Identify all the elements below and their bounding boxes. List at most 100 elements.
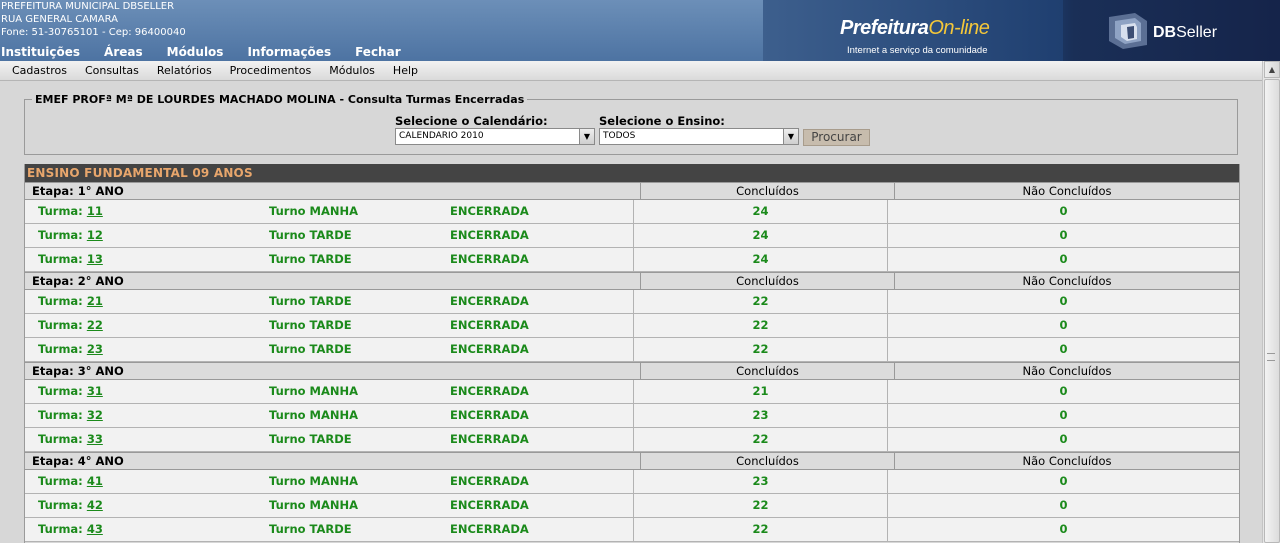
turma-link[interactable]: 13 [87,252,103,266]
calendario-select[interactable]: CALENDARIO 2010 ▼ [395,128,595,145]
turma-link[interactable]: 33 [87,432,103,446]
menu-instituicoes[interactable]: Instituições [1,45,80,59]
turma-link[interactable]: 41 [87,474,103,488]
turma-turno: Turno MANHA [269,384,359,398]
dropdown-arrow-icon[interactable]: ▼ [579,129,594,144]
concluidos-value: 23 [634,404,888,427]
table-row: Turma: 33 Turno TARDE ENCERRADA 22 0 [25,428,1239,452]
turma-prefix: Turma: [38,342,83,356]
table-body: Etapa: 1° ANO Concluídos Não Concluídos Tur… [25,182,1239,542]
menu-informacoes[interactable]: Informações [247,45,331,59]
table-row: Turma: 23 Turno TARDE ENCERRADA 22 0 [25,338,1239,362]
nao-concluidos-value: 0 [1059,294,1068,308]
turma-turno: Turno MANHA [269,204,359,218]
etapa-header-row: Etapa: 4° ANO Concluídos Não Concluídos [25,452,1239,470]
etapa-name: Etapa: 3° ANO [25,363,641,379]
table-row: Turma: 11 Turno MANHA ENCERRADA 24 0 [25,200,1239,224]
turma-status: ENCERRADA [450,318,529,332]
concluidos-value: 22 [634,494,888,517]
calendario-label: Selecione o Calendário: [395,114,548,128]
vertical-scrollbar[interactable]: ▲ [1262,61,1280,543]
nao-concluidos-value: 0 [1059,342,1068,356]
turma-turno: Turno TARDE [269,228,352,242]
turma-prefix: Turma: [38,204,83,218]
turma-link[interactable]: 22 [87,318,103,332]
org-phone: Fone: 51-30765101 - Cep: 96400040 [1,27,186,38]
turma-turno: Turno MANHA [269,498,359,512]
results-table: ENSINO FUNDAMENTAL 09 ANOS Etapa: 1° ANO… [24,164,1240,543]
nao-concluidos-value: 0 [1059,432,1068,446]
concluidos-value: 22 [634,518,888,541]
nao-concluidos-value: 0 [1059,498,1068,512]
concluidos-value: 22 [634,338,888,361]
turma-label: Turma: 43 [38,518,103,540]
turma-prefix: Turma: [38,522,83,536]
menu-modulos[interactable]: Módulos [167,45,224,59]
submenu-relatorios[interactable]: Relatórios [157,64,212,77]
dbseller-logo-icon [1109,13,1147,49]
prefeitura-online-logo: PrefeituraOn-line [840,17,990,40]
turma-prefix: Turma: [38,228,83,242]
turma-link[interactable]: 12 [87,228,103,242]
turma-cell: Turma: 32 Turno MANHA ENCERRADA [25,404,634,427]
turma-link[interactable]: 32 [87,408,103,422]
turma-prefix: Turma: [38,252,83,266]
turma-prefix: Turma: [38,318,83,332]
table-row: Turma: 21 Turno TARDE ENCERRADA 22 0 [25,290,1239,314]
nao-concluidos-value: 0 [1059,474,1068,488]
turma-link[interactable]: 21 [87,294,103,308]
concluidos-value: 24 [634,248,888,271]
procurar-button[interactable]: Procurar [803,129,870,146]
dbseller-brand: DBSeller [1153,24,1217,42]
submenu-modulos[interactable]: Módulos [329,64,375,77]
scroll-up-arrow-icon[interactable]: ▲ [1264,61,1280,78]
turma-status: ENCERRADA [450,522,529,536]
turma-status: ENCERRADA [450,204,529,218]
turma-status: ENCERRADA [450,498,529,512]
turma-status: ENCERRADA [450,474,529,488]
scrollbar-thumb[interactable] [1264,79,1280,543]
turma-label: Turma: 32 [38,404,103,426]
nao-concluidos-value: 0 [1059,318,1068,332]
etapa-header-row: Etapa: 3° ANO Concluídos Não Concluídos [25,362,1239,380]
table-row: Turma: 43 Turno TARDE ENCERRADA 22 0 [25,518,1239,542]
turma-prefix: Turma: [38,294,83,308]
nao-concluidos-value: 0 [1059,204,1068,218]
menu-fechar[interactable]: Fechar [355,45,401,59]
submenu-consultas[interactable]: Consultas [85,64,139,77]
turma-label: Turma: 11 [38,200,103,222]
turma-status: ENCERRADA [450,252,529,266]
nao-concluidos-value: 0 [1059,228,1068,242]
dropdown-arrow-icon[interactable]: ▼ [783,129,798,144]
ensino-selected-value: TODOS [603,131,636,141]
turma-status: ENCERRADA [450,294,529,308]
turma-turno: Turno TARDE [269,432,352,446]
submenu-cadastros[interactable]: Cadastros [12,64,67,77]
turma-link[interactable]: 23 [87,342,103,356]
turma-cell: Turma: 22 Turno TARDE ENCERRADA [25,314,634,337]
turma-cell: Turma: 42 Turno MANHA ENCERRADA [25,494,634,517]
turma-status: ENCERRADA [450,432,529,446]
turma-link[interactable]: 31 [87,384,103,398]
col-nao-concluidos-header: Não Concluídos [1022,274,1112,288]
logo-online-text: On-line [928,17,990,39]
turma-label: Turma: 21 [38,290,103,312]
concluidos-value: 23 [634,470,888,493]
turma-label: Turma: 33 [38,428,103,450]
turma-turno: Turno MANHA [269,474,359,488]
turma-turno: Turno TARDE [269,252,352,266]
turma-link[interactable]: 43 [87,522,103,536]
concluidos-value: 22 [634,314,888,337]
submenu-help[interactable]: Help [393,64,418,77]
turma-link[interactable]: 11 [87,204,103,218]
turma-prefix: Turma: [38,384,83,398]
col-nao-concluidos-header: Não Concluídos [1022,184,1112,198]
turma-link[interactable]: 42 [87,498,103,512]
turma-turno: Turno TARDE [269,294,352,308]
turma-status: ENCERRADA [450,384,529,398]
submenu-procedimentos[interactable]: Procedimentos [230,64,312,77]
menu-areas[interactable]: Áreas [104,45,143,59]
etapa-name: Etapa: 2° ANO [25,273,641,289]
ensino-select[interactable]: TODOS ▼ [599,128,799,145]
turma-cell: Turma: 23 Turno TARDE ENCERRADA [25,338,634,361]
